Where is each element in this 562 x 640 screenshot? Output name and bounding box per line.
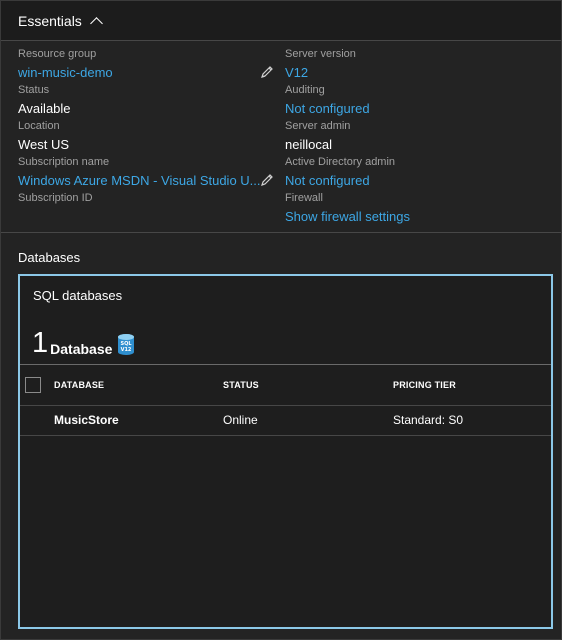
status-value: Available bbox=[18, 101, 71, 116]
firewall-label: Firewall bbox=[285, 192, 323, 204]
database-count: 1 Database SQL V12 bbox=[32, 328, 135, 358]
ad-admin-link[interactable]: Not configured bbox=[285, 172, 545, 189]
resource-group-field: Resource group win-music-demo bbox=[18, 48, 258, 81]
pricing-tier-cell: Standard: S0 bbox=[393, 413, 464, 427]
status-field: Status Available bbox=[18, 84, 258, 117]
database-status-cell: Online bbox=[223, 413, 258, 427]
sql-database-icon: SQL V12 bbox=[118, 334, 135, 355]
subscription-id-label: Subscription ID bbox=[18, 192, 93, 204]
essentials-header[interactable]: Essentials bbox=[1, 1, 561, 41]
location-value: West US bbox=[18, 137, 70, 152]
server-admin-field: Server admin neillocal bbox=[285, 120, 545, 153]
subscription-name-field: Subscription name Windows Azure MSDN - V… bbox=[18, 156, 261, 189]
firewall-settings-link[interactable]: Show firewall settings bbox=[285, 208, 545, 225]
v12-icon-text: V12 bbox=[121, 347, 132, 353]
server-version-link[interactable]: V12 bbox=[285, 64, 545, 81]
resource-group-link[interactable]: win-music-demo bbox=[18, 64, 258, 81]
column-header-pricing-tier[interactable]: PRICING TIER bbox=[393, 380, 456, 390]
location-label: Location bbox=[18, 120, 60, 132]
edit-subscription-pencil-icon[interactable] bbox=[259, 172, 275, 188]
column-header-database[interactable]: DATABASE bbox=[54, 380, 104, 390]
subscription-name-link[interactable]: Windows Azure MSDN - Visual Studio U... bbox=[18, 172, 261, 189]
databases-section-title: Databases bbox=[18, 250, 81, 265]
ad-admin-label: Active Directory admin bbox=[285, 156, 396, 168]
subscription-id-field: Subscription ID bbox=[18, 192, 258, 208]
essentials-title: Essentials bbox=[18, 12, 82, 29]
column-header-status[interactable]: STATUS bbox=[223, 380, 259, 390]
firewall-field: Firewall Show firewall settings bbox=[285, 192, 545, 225]
database-count-number: 1 bbox=[32, 327, 49, 359]
select-all-checkbox[interactable] bbox=[25, 377, 41, 393]
resource-group-label: Resource group bbox=[18, 48, 97, 60]
table-row[interactable]: MusicStore Online Standard: S0 bbox=[20, 406, 551, 436]
sql-databases-tile[interactable]: SQL databases 1 Database SQL V12 DATABAS… bbox=[18, 274, 553, 629]
auditing-field: Auditing Not configured bbox=[285, 84, 545, 117]
edit-resource-group-pencil-icon[interactable] bbox=[259, 64, 275, 80]
server-admin-label: Server admin bbox=[285, 120, 351, 132]
ad-admin-field: Active Directory admin Not configured bbox=[285, 156, 545, 189]
table-header: DATABASE STATUS PRICING TIER bbox=[20, 364, 551, 406]
server-admin-value: neillocal bbox=[285, 137, 332, 152]
subscription-name-label: Subscription name bbox=[18, 156, 110, 168]
database-count-label: Database bbox=[50, 341, 113, 357]
location-field: Location West US bbox=[18, 120, 258, 153]
databases-table: DATABASE STATUS PRICING TIER MusicStore … bbox=[20, 364, 551, 436]
chevron-up-icon[interactable] bbox=[89, 16, 103, 30]
server-version-field: Server version V12 bbox=[285, 48, 545, 81]
sql-databases-title: SQL databases bbox=[33, 288, 123, 303]
database-name-cell: MusicStore bbox=[54, 413, 119, 427]
auditing-label: Auditing bbox=[285, 84, 325, 96]
status-label: Status bbox=[18, 84, 50, 96]
auditing-link[interactable]: Not configured bbox=[285, 100, 545, 117]
server-version-label: Server version bbox=[285, 48, 356, 60]
essentials-panel: Resource group win-music-demo Status Ava… bbox=[1, 42, 561, 233]
